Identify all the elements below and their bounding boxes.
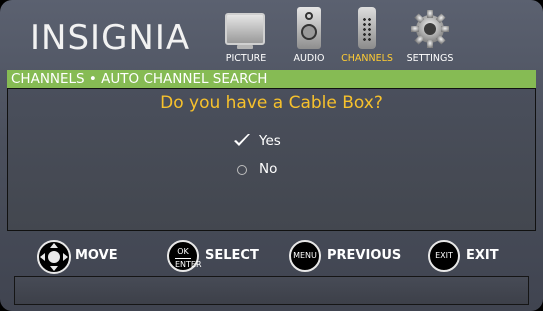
tab-audio[interactable]: AUDIO	[293, 7, 325, 67]
checkmark-icon	[231, 133, 253, 153]
breadcrumb: CHANNELS • AUTO CHANNEL SEARCH	[7, 70, 536, 88]
enter-label: ENTER	[175, 258, 202, 269]
help-text-box	[14, 276, 529, 305]
insignia-logo: INSIGNIA	[30, 18, 191, 58]
tab-picture-label: PICTURE	[225, 53, 267, 64]
ok-enter-button-icon: OK ENTER	[167, 240, 202, 272]
hint-move-label: MOVE	[75, 248, 118, 263]
remote-icon	[358, 7, 376, 49]
tv-menu-screen: INSIGNIA PICTURE AUDIO CHANNELS SETTINGS…	[0, 0, 543, 311]
hint-select-label: SELECT	[205, 248, 259, 263]
speaker-icon	[297, 7, 321, 49]
option-no-label: No	[259, 161, 278, 177]
footer-hints: MOVE OK ENTER SELECT MENU PREVIOUS EXIT …	[0, 236, 543, 276]
tab-settings-label: SETTINGS	[406, 53, 454, 64]
option-yes-label: Yes	[259, 133, 281, 149]
hint-previous-label: PREVIOUS	[327, 248, 402, 263]
tab-settings[interactable]: SETTINGS	[407, 7, 453, 67]
tab-channels-label: CHANNELS	[341, 53, 393, 64]
menu-button-icon: MENU	[289, 240, 321, 272]
ok-label: OK	[177, 247, 189, 256]
tab-channels[interactable]: CHANNELS	[341, 7, 393, 67]
radio-icon	[231, 161, 253, 179]
dialog-question: Do you have a Cable Box?	[160, 93, 383, 113]
exit-button-icon: EXIT	[428, 240, 460, 272]
hint-exit-label: EXIT	[466, 248, 499, 263]
tab-picture[interactable]: PICTURE	[225, 7, 267, 67]
tab-audio-label: AUDIO	[293, 53, 325, 64]
content-panel: Do you have a Cable Box? Yes No	[7, 88, 536, 231]
dpad-icon	[37, 240, 71, 274]
gear-icon	[411, 10, 449, 48]
